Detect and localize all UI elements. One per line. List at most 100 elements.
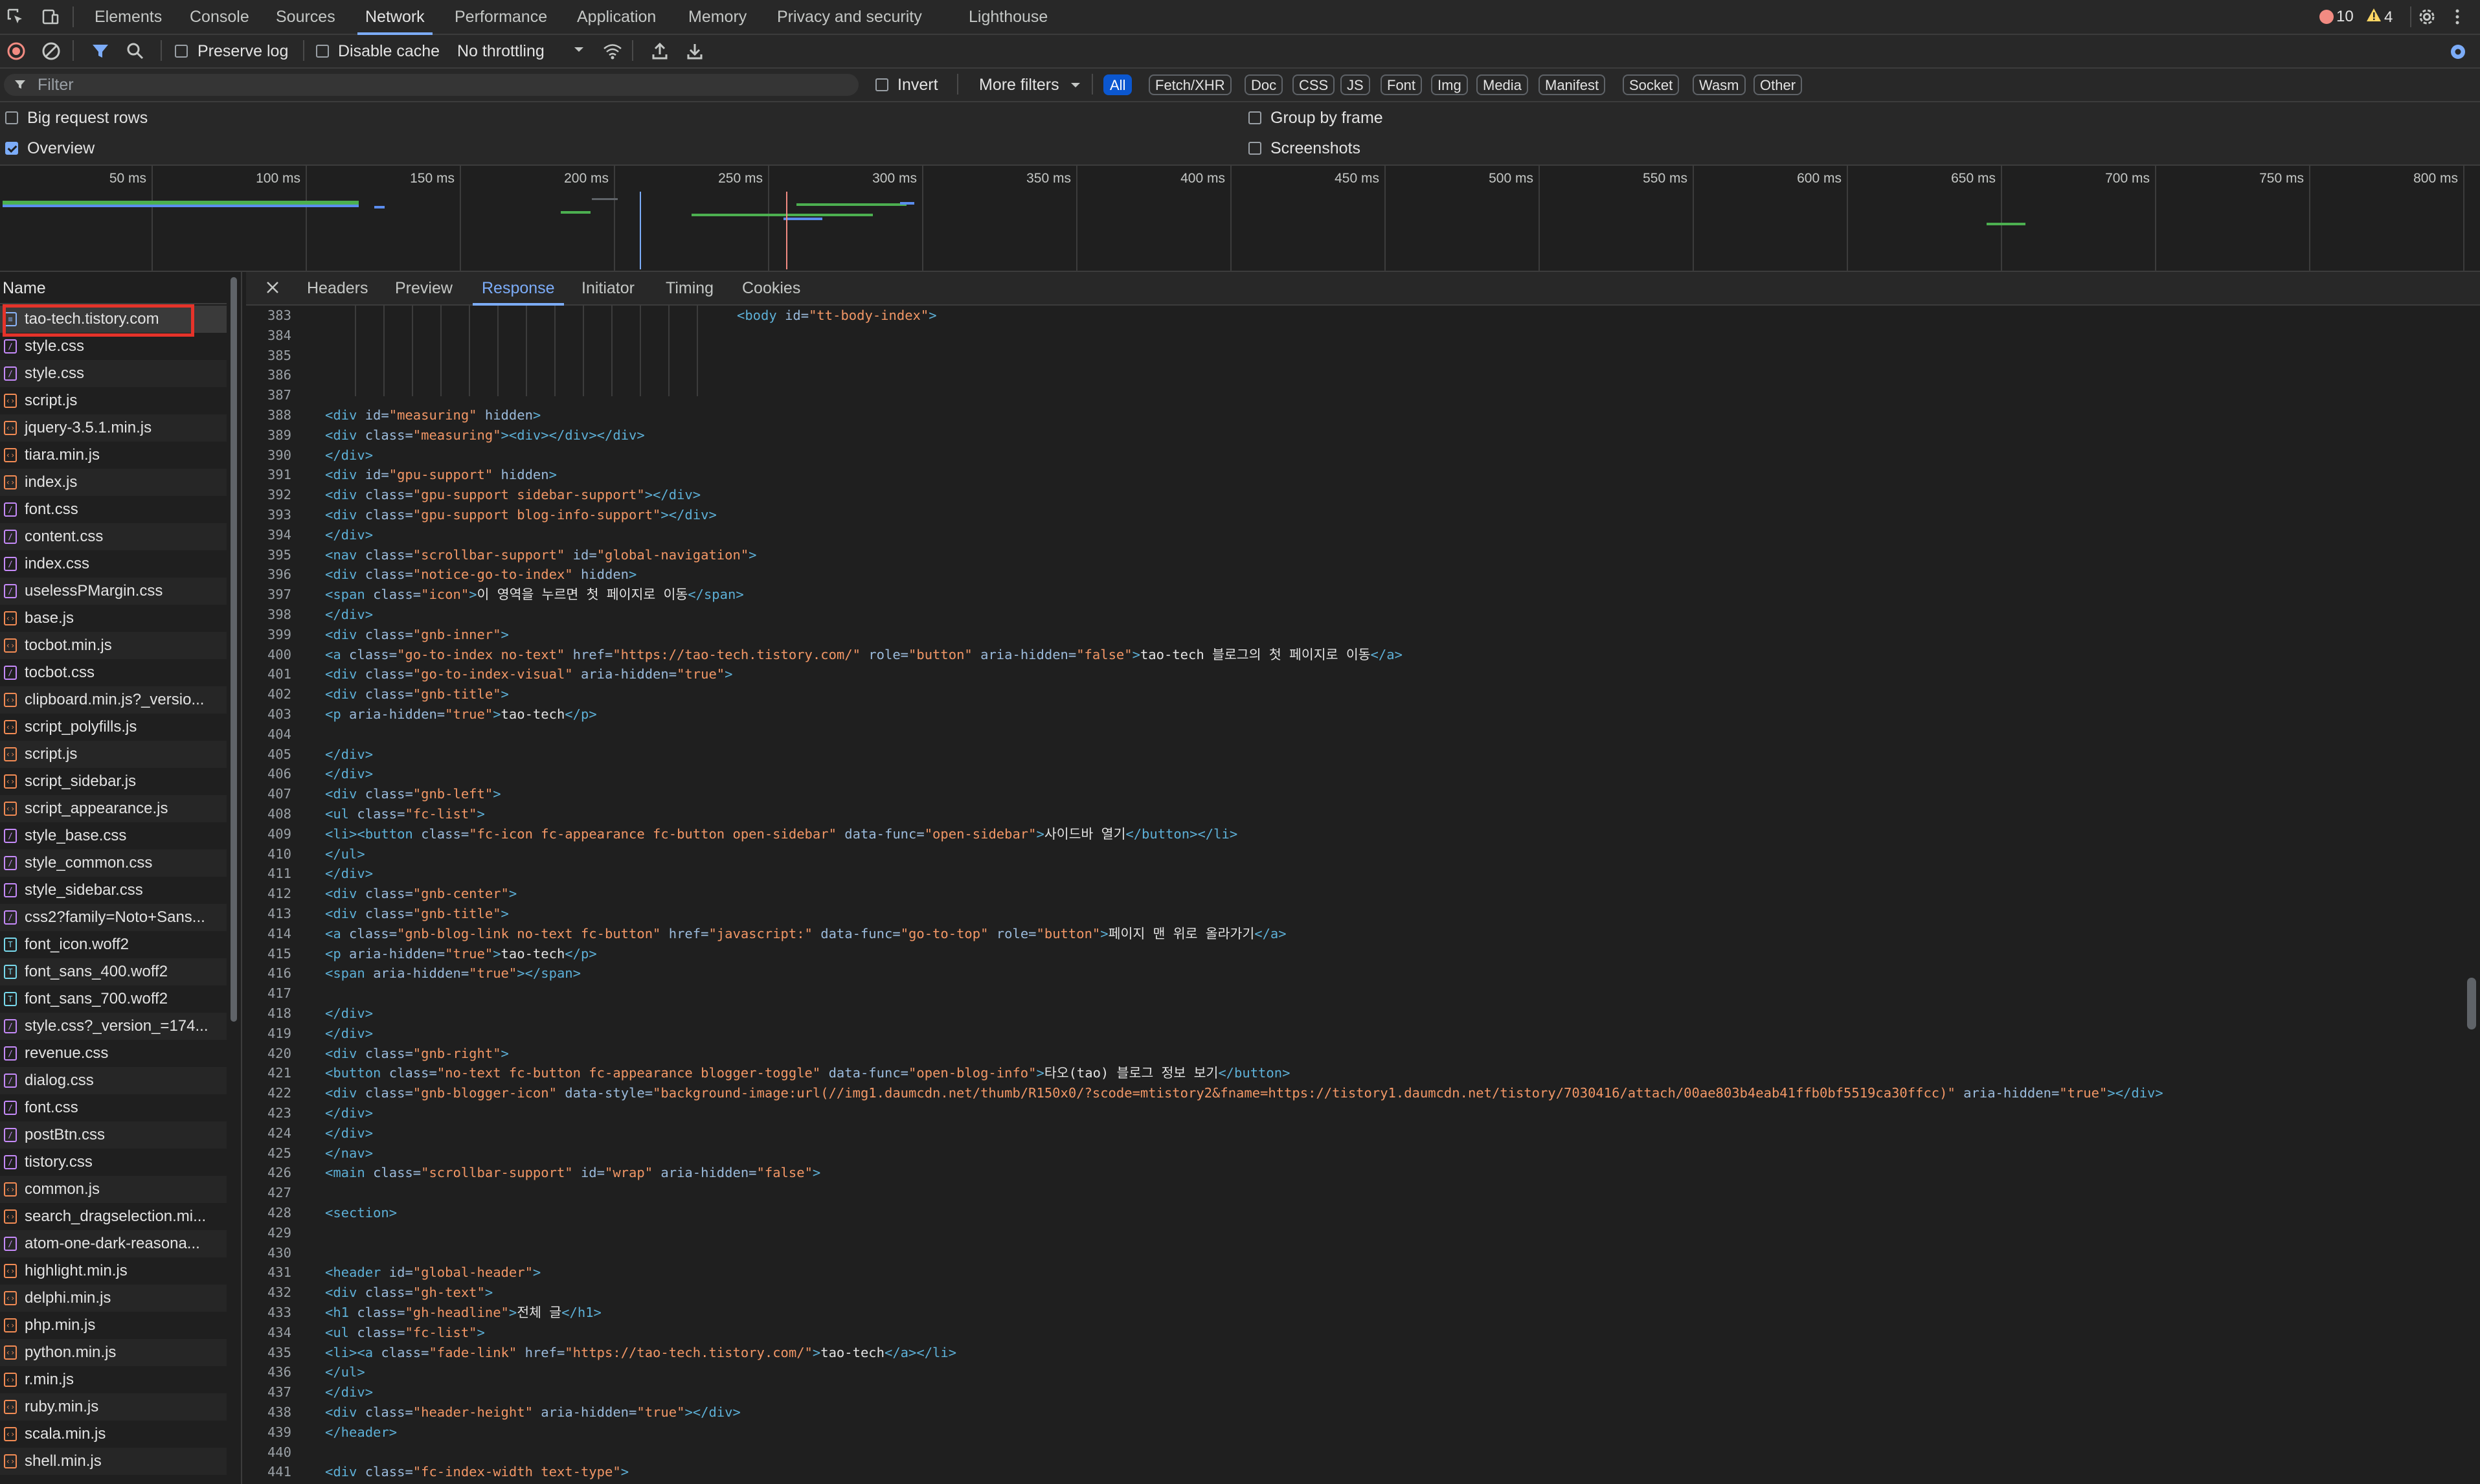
request-row[interactable]: ‹› script_sidebar.js <box>0 768 227 795</box>
filter-input[interactable]: Filter <box>4 74 859 96</box>
request-row[interactable]: / content.css <box>0 523 227 550</box>
request-row[interactable]: ‹› script.js <box>0 387 227 414</box>
request-row[interactable]: / style.css <box>0 333 227 360</box>
device-toolbar-icon[interactable] <box>41 8 60 26</box>
detail-tab-initiator[interactable]: Initiator <box>581 272 635 304</box>
response-code-viewer[interactable]: 383 <body id="tt-body-index"> 384 385 386 387… <box>246 306 2448 1484</box>
request-row[interactable]: ‹› script_appearance.js <box>0 795 227 822</box>
filter-chip-wasm[interactable]: Wasm <box>1693 74 1746 95</box>
error-count-badge[interactable]: 10 <box>2319 8 2354 26</box>
filter-chip-img[interactable]: Img <box>1431 74 1468 95</box>
big-request-rows-checkbox[interactable] <box>5 111 18 124</box>
throttling-select[interactable]: No throttling <box>457 41 545 61</box>
request-row[interactable]: ‹› highlight.min.js <box>0 1257 227 1285</box>
tab-performance[interactable]: Performance <box>453 0 548 34</box>
request-row[interactable]: Tfont_sans_400.woff2 <box>0 958 227 985</box>
request-row[interactable]: / style.css?_version_=174... <box>0 1013 227 1040</box>
tab-console[interactable]: Console <box>188 0 251 34</box>
network-settings-gear-icon[interactable] <box>2448 41 2467 61</box>
request-row[interactable]: / font.css <box>0 1094 227 1121</box>
request-row[interactable]: ‹› tocbot.min.js <box>0 632 227 659</box>
filter-chip-socket[interactable]: Socket <box>1623 74 1680 95</box>
detail-tab-timing[interactable]: Timing <box>666 272 714 304</box>
request-row[interactable]: ‹› python.min.js <box>0 1339 227 1366</box>
tab-application[interactable]: Application <box>576 0 657 34</box>
request-row[interactable]: ‹› php.min.js <box>0 1312 227 1339</box>
request-row[interactable]: Tfont_sans_700.woff2 <box>0 985 227 1013</box>
request-row[interactable]: Tfont_icon.woff2 <box>0 931 227 958</box>
response-scrollbar[interactable] <box>2467 978 2476 1029</box>
tab-network[interactable]: Network <box>357 0 433 35</box>
tab-privacy-and-security[interactable]: Privacy and security <box>776 0 923 34</box>
filter-chip-all[interactable]: All <box>1103 74 1133 95</box>
disable-cache-checkbox[interactable] <box>316 45 329 58</box>
request-row[interactable]: / index.css <box>0 550 227 578</box>
filter-chip-css[interactable]: CSS <box>1292 74 1335 95</box>
group-by-frame-checkbox[interactable] <box>1248 111 1261 124</box>
tab-elements[interactable]: Elements <box>93 0 163 34</box>
request-row[interactable]: ‹› jquery-3.5.1.min.js <box>0 414 227 442</box>
overview-timeline[interactable]: 50 ms 100 ms 150 ms 200 ms 250 ms 300 ms 350 m… <box>0 166 2480 272</box>
request-row[interactable]: / postBtn.css <box>0 1121 227 1149</box>
detail-tab-preview[interactable]: Preview <box>395 272 453 304</box>
warning-count-badge[interactable]: 4 <box>2366 8 2393 27</box>
request-row[interactable]: ‹› delphi.min.js <box>0 1285 227 1312</box>
more-options-icon[interactable] <box>2454 8 2472 26</box>
filter-chip-js[interactable]: JS <box>1340 74 1370 95</box>
request-row[interactable]: / tistory.css <box>0 1149 227 1176</box>
invert-checkbox[interactable] <box>875 78 888 91</box>
detail-tab-headers[interactable]: Headers <box>307 272 368 304</box>
request-row[interactable]: ‹› clipboard.min.js?_versio... <box>0 686 227 714</box>
name-column-header[interactable]: Name <box>0 272 227 304</box>
request-row[interactable]: / style_base.css <box>0 822 227 849</box>
network-conditions-icon[interactable] <box>602 41 622 61</box>
requests-scrollbar[interactable] <box>231 277 237 1022</box>
export-har-icon[interactable] <box>685 41 705 61</box>
request-row[interactable]: ‹› ruby.min.js <box>0 1393 227 1421</box>
request-row[interactable]: / style.css <box>0 360 227 387</box>
tab-sources[interactable]: Sources <box>275 0 337 34</box>
chevron-down-icon[interactable] <box>1070 81 1081 93</box>
request-row[interactable]: ‹› search_dragselection.mi... <box>0 1203 227 1230</box>
clear-icon[interactable] <box>41 41 61 61</box>
screenshots-checkbox[interactable] <box>1248 142 1261 155</box>
request-row[interactable]: / tocbot.css <box>0 659 227 686</box>
request-row[interactable]: ‹› script_polyfills.js <box>0 714 227 741</box>
more-filters-dropdown[interactable]: More filters <box>979 75 1059 95</box>
request-row[interactable]: / dialog.css <box>0 1067 227 1094</box>
request-row[interactable]: ‹› script.js <box>0 741 227 768</box>
filter-chip-manifest[interactable]: Manifest <box>1539 74 1606 95</box>
detail-tab-cookies[interactable]: Cookies <box>742 272 800 304</box>
close-icon[interactable] <box>265 280 280 298</box>
filter-chip-media[interactable]: Media <box>1476 74 1528 95</box>
filter-chip-doc[interactable]: Doc <box>1245 74 1283 95</box>
request-row[interactable]: / revenue.css <box>0 1040 227 1067</box>
settings-gear-icon[interactable] <box>2417 6 2435 25</box>
tab-memory[interactable]: Memory <box>687 0 748 34</box>
request-row[interactable]: / atom-one-dark-reasona... <box>0 1230 227 1257</box>
filter-chip-other[interactable]: Other <box>1753 74 1803 95</box>
search-icon[interactable] <box>126 41 145 61</box>
request-row[interactable]: ‹› tiara.min.js <box>0 442 227 469</box>
request-row[interactable]: ‹› common.js <box>0 1176 227 1203</box>
request-row[interactable]: / style_sidebar.css <box>0 877 227 904</box>
request-row[interactable]: / style_common.css <box>0 849 227 877</box>
filter-funnel-icon[interactable] <box>91 41 110 61</box>
request-row[interactable]: / uselessPMargin.css <box>0 578 227 605</box>
request-row[interactable]: / font.css <box>0 496 227 523</box>
preserve-log-checkbox[interactable] <box>175 45 188 58</box>
stop-recording-icon[interactable] <box>6 41 26 61</box>
detail-tab-response[interactable]: Response <box>473 272 564 306</box>
tab-lighthouse[interactable]: Lighthouse <box>967 0 1049 34</box>
request-row[interactable]: ‹› shell.min.js <box>0 1448 227 1475</box>
request-row[interactable]: ‹› r.min.js <box>0 1366 227 1393</box>
request-row[interactable]: ‹› base.js <box>0 605 227 632</box>
filter-chip-font[interactable]: Font <box>1381 74 1423 95</box>
request-row[interactable]: ‹› scala.min.js <box>0 1421 227 1448</box>
request-row[interactable]: ‹› index.js <box>0 469 227 496</box>
request-row[interactable]: / css2?family=Noto+Sans... <box>0 904 227 931</box>
chevron-down-icon[interactable] <box>572 45 585 58</box>
overview-checkbox[interactable] <box>5 142 18 155</box>
filter-chip-fetch-xhr[interactable]: Fetch/XHR <box>1149 74 1232 95</box>
inspect-element-icon[interactable] <box>6 8 25 26</box>
